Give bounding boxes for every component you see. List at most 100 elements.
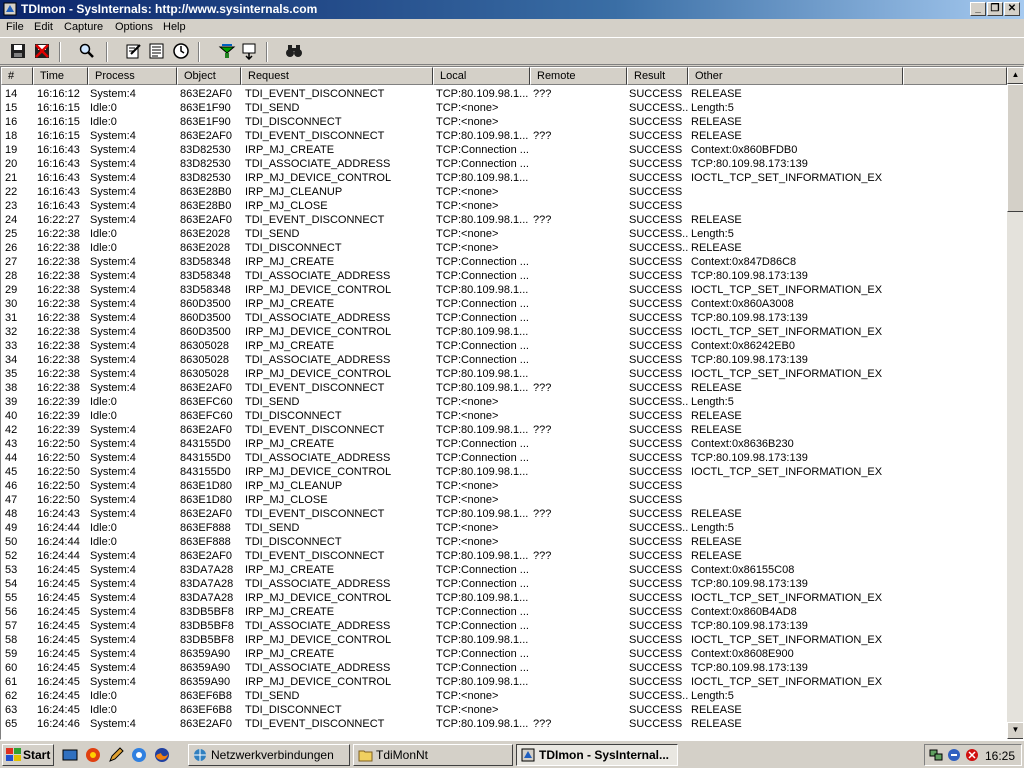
column-header-local[interactable]: Local [433, 67, 530, 85]
cell-result: SUCCESS [629, 284, 683, 296]
title-bar[interactable]: TDImon - SysInternals: http://www.sysint… [0, 0, 1024, 19]
cell-request: TDI_EVENT_DISCONNECT [245, 424, 385, 436]
table-row[interactable]: 52 16:24:44 System:4 863E2AF0 TDI_EVENT_DISC… [1, 549, 1007, 563]
binoculars-icon[interactable] [285, 42, 303, 60]
restore-button[interactable]: ❐ [987, 2, 1003, 16]
table-row[interactable]: 44 16:22:50 System:4 843155D0 TDI_ASSOCIATE_… [1, 451, 1007, 465]
table-row[interactable]: 43 16:22:50 System:4 843155D0 IRP_MJ_CREATE T… [1, 437, 1007, 451]
show-desktop-icon[interactable] [62, 747, 78, 763]
clear-icon[interactable] [33, 42, 51, 60]
table-row[interactable]: 18 16:16:15 System:4 863E2AF0 TDI_EVENT_DISC… [1, 129, 1007, 143]
find-icon[interactable] [78, 42, 96, 60]
cell-number: 49 [5, 522, 18, 534]
autoscroll-icon[interactable] [240, 42, 258, 60]
table-row[interactable]: 28 16:22:38 System:4 83D58348 TDI_ASSOCIATE_… [1, 269, 1007, 283]
table-row[interactable]: 38 16:22:38 System:4 863E2AF0 TDI_EVENT_DISC… [1, 381, 1007, 395]
table-row[interactable]: 23 16:16:43 System:4 863E28B0 IRP_MJ_CLOSE TC… [1, 199, 1007, 213]
table-row[interactable]: 35 16:22:38 System:4 86305028 IRP_MJ_DEVICE_… [1, 367, 1007, 381]
table-row[interactable]: 57 16:24:45 System:4 83DB5BF8 TDI_ASSOCIATE_… [1, 619, 1007, 633]
history-icon[interactable] [148, 42, 166, 60]
firefox-icon[interactable] [154, 747, 170, 763]
start-button[interactable]: Start [2, 744, 54, 766]
menu-help[interactable]: Help [163, 21, 186, 33]
table-row[interactable]: 61 16:24:45 System:4 86359A90 IRP_MJ_DEVICE_… [1, 675, 1007, 689]
table-row[interactable]: 24 16:22:27 System:4 863E2AF0 TDI_EVENT_DISC… [1, 213, 1007, 227]
column-header-request[interactable]: Request [241, 67, 433, 85]
table-row[interactable]: 22 16:16:43 System:4 863E28B0 IRP_MJ_CLEANUP… [1, 185, 1007, 199]
column-header-object[interactable]: Object [177, 67, 241, 85]
table-row[interactable]: 62 16:24:45 Idle:0 863EF6B8 TDI_SEND TCP:<non… [1, 689, 1007, 703]
scroll-up-button[interactable]: ▲ [1007, 67, 1023, 84]
table-row[interactable]: 54 16:24:45 System:4 83DA7A28 TDI_ASSOCIATE_… [1, 577, 1007, 591]
table-row[interactable]: 65 16:24:46 System:4 863E2AF0 TDI_EVENT_DISC… [1, 717, 1007, 731]
table-row[interactable]: 34 16:22:38 System:4 86305028 TDI_ASSOCIATE_… [1, 353, 1007, 367]
table-row[interactable]: 19 16:16:43 System:4 83D82530 IRP_MJ_CREATE T… [1, 143, 1007, 157]
media-player-icon[interactable] [85, 747, 101, 763]
column-header-number[interactable]: # [1, 67, 33, 85]
table-row[interactable]: 50 16:24:44 Idle:0 863EF888 TDI_DISCONNECT TC… [1, 535, 1007, 549]
table-row[interactable]: 40 16:22:39 Idle:0 863EFC60 TDI_DISCONNECT TC… [1, 409, 1007, 423]
table-row[interactable]: 14 16:16:12 System:4 863E2AF0 TDI_EVENT_DISC… [1, 87, 1007, 101]
table-row[interactable]: 29 16:22:38 System:4 83D58348 IRP_MJ_DEVICE_… [1, 283, 1007, 297]
table-row[interactable]: 42 16:22:39 System:4 863E2AF0 TDI_EVENT_DISC… [1, 423, 1007, 437]
table-row[interactable]: 47 16:22:50 System:4 863E1D80 IRP_MJ_CLOSE TC… [1, 493, 1007, 507]
menu-options[interactable]: Options [115, 21, 153, 33]
table-row[interactable]: 53 16:24:45 System:4 83DA7A28 IRP_MJ_CREATE T… [1, 563, 1007, 577]
column-header-remote[interactable]: Remote [530, 67, 627, 85]
antivirus-tray-icon[interactable] [965, 748, 979, 762]
close-button[interactable]: ✕ [1004, 2, 1020, 16]
security-tray-icon[interactable] [947, 748, 961, 762]
table-row[interactable]: 20 16:16:43 System:4 83D82530 TDI_ASSOCIATE_… [1, 157, 1007, 171]
start-label: Start [23, 748, 51, 762]
table-row[interactable]: 32 16:22:38 System:4 860D3500 IRP_MJ_DEVICE_… [1, 325, 1007, 339]
table-row[interactable]: 46 16:22:50 System:4 863E1D80 IRP_MJ_CLEANUP… [1, 479, 1007, 493]
cell-object: 83DB5BF8 [180, 634, 234, 646]
column-header-other[interactable]: Other [688, 67, 903, 85]
task-netzwerkverbindungen[interactable]: Netzwerkverbindungen [188, 744, 350, 766]
table-row[interactable]: 27 16:22:38 System:4 83D58348 IRP_MJ_CREATE T… [1, 255, 1007, 269]
table-row[interactable]: 59 16:24:45 System:4 86359A90 IRP_MJ_CREATE T… [1, 647, 1007, 661]
cell-number: 56 [5, 606, 18, 618]
table-row[interactable]: 39 16:22:39 Idle:0 863EFC60 TDI_SEND TCP:<non… [1, 395, 1007, 409]
table-row[interactable]: 56 16:24:45 System:4 83DB5BF8 IRP_MJ_CREATE T… [1, 605, 1007, 619]
table-row[interactable]: 58 16:24:45 System:4 83DB5BF8 IRP_MJ_DEVICE_… [1, 633, 1007, 647]
scroll-thumb[interactable] [1007, 84, 1023, 212]
table-row[interactable]: 26 16:22:38 Idle:0 863E2028 TDI_DISCONNECT TC… [1, 241, 1007, 255]
table-row[interactable]: 45 16:22:50 System:4 843155D0 IRP_MJ_DEVICE_… [1, 465, 1007, 479]
table-row[interactable]: 15 16:16:15 Idle:0 863E1F90 TDI_SEND TCP:<non… [1, 101, 1007, 115]
cell-time: 16:24:44 [37, 522, 80, 534]
table-row[interactable]: 48 16:24:43 System:4 863E2AF0 TDI_EVENT_DISC… [1, 507, 1007, 521]
vertical-scrollbar[interactable]: ▲ ▼ [1007, 67, 1023, 739]
scroll-down-button[interactable]: ▼ [1007, 722, 1023, 739]
table-row[interactable]: 16 16:16:15 Idle:0 863E1F90 TDI_DISCONNECT TC… [1, 115, 1007, 129]
edit-filter-icon[interactable] [125, 42, 143, 60]
table-row[interactable]: 60 16:24:45 System:4 86359A90 TDI_ASSOCIATE_… [1, 661, 1007, 675]
cell-other: Context:0x8636B230 [691, 438, 794, 450]
table-row[interactable]: 55 16:24:45 System:4 83DA7A28 IRP_MJ_DEVICE_… [1, 591, 1007, 605]
column-header-process[interactable]: Process [88, 67, 177, 85]
table-row[interactable]: 30 16:22:38 System:4 860D3500 IRP_MJ_CREATE T… [1, 297, 1007, 311]
menu-capture[interactable]: Capture [64, 21, 103, 33]
task-tdimonnt[interactable]: TdiMonNt [353, 744, 513, 766]
clock-icon[interactable] [172, 42, 190, 60]
column-header-result[interactable]: Result [627, 67, 688, 85]
task-tdimon[interactable]: TDImon - SysInternal... [516, 744, 678, 766]
event-list[interactable]: # Time Process Object Request Local Remo… [0, 66, 1024, 740]
table-row[interactable]: 49 16:24:44 Idle:0 863EF888 TDI_SEND TCP:<non… [1, 521, 1007, 535]
save-icon[interactable] [9, 42, 27, 60]
table-row[interactable]: 25 16:22:38 Idle:0 863E2028 TDI_SEND TCP:<non… [1, 227, 1007, 241]
table-row[interactable]: 31 16:22:38 System:4 860D3500 TDI_ASSOCIATE_… [1, 311, 1007, 325]
pencil-icon[interactable] [108, 747, 124, 763]
cell-remote: ??? [533, 130, 552, 142]
menu-edit[interactable]: Edit [34, 21, 53, 33]
cell-remote [533, 661, 627, 675]
table-row[interactable]: 21 16:16:43 System:4 83D82530 IRP_MJ_DEVICE_… [1, 171, 1007, 185]
outlook-express-icon[interactable] [131, 747, 147, 763]
table-row[interactable]: 63 16:24:45 Idle:0 863EF6B8 TDI_DISCONNECT TC… [1, 703, 1007, 717]
network-tray-icon[interactable] [929, 748, 943, 762]
menu-file[interactable]: File [6, 21, 24, 33]
capture-icon[interactable] [218, 42, 236, 60]
table-row[interactable]: 33 16:22:38 System:4 86305028 IRP_MJ_CREATE T… [1, 339, 1007, 353]
column-header-time[interactable]: Time [33, 67, 88, 85]
minimize-button[interactable]: _ [970, 2, 986, 16]
